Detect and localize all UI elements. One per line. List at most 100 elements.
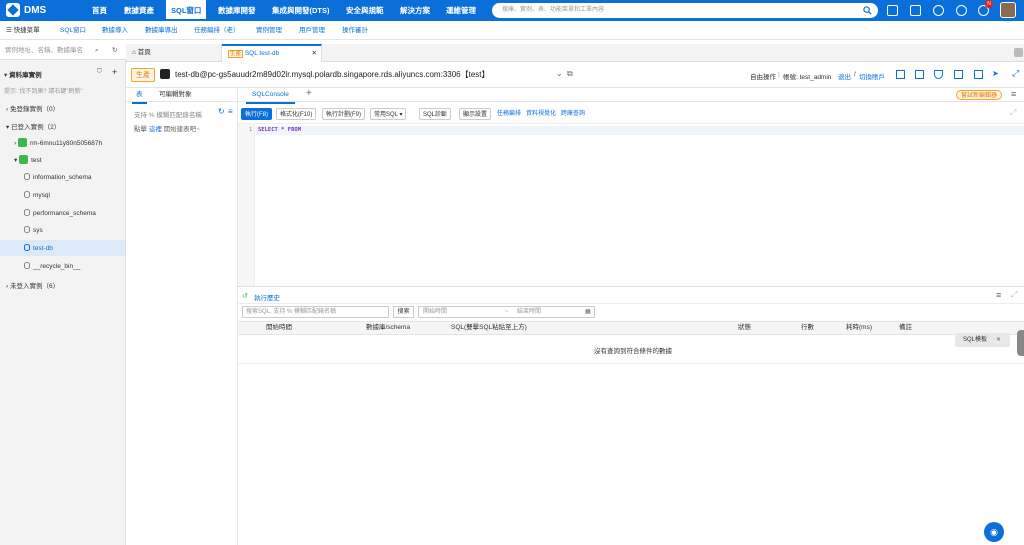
quick-link-user-management[interactable]: 用戶管理 [299, 21, 325, 40]
nav-sql-window[interactable]: SQL窗口 [166, 0, 207, 21]
logout-link[interactable]: 退出 [838, 71, 851, 81]
tab-editable-objects[interactable]: 可編輯對象 [159, 88, 192, 102]
nav-db-development[interactable]: 數據庫開發 [218, 0, 256, 21]
close-icon[interactable]: ✕ [312, 46, 317, 62]
history-search-button[interactable]: 搜索 [393, 306, 414, 318]
nav-data-assets[interactable]: 數據資產 [124, 0, 154, 21]
db-test-db[interactable]: test-db [24, 244, 53, 252]
group-logged[interactable]: ▾ 已登入實例（2） [6, 121, 60, 131]
date-range-picker[interactable]: 開始時間 ~ 結束時間 ▦ [418, 306, 595, 318]
filter-icon[interactable]: ⛉ [97, 68, 102, 76]
db-label: mysql [33, 192, 50, 199]
sql-diagnosis-button[interactable]: SQL診斷 [419, 108, 452, 120]
globe-icon[interactable] [956, 5, 967, 16]
quick-link-audit[interactable]: 操作審計 [342, 21, 368, 40]
col-start-time: 開始時間 [266, 324, 292, 331]
sql-editor[interactable]: 1 SELECT * FROM [238, 123, 1024, 286]
format-button[interactable]: 格式化(F10) [276, 108, 317, 120]
tab-menu-icon[interactable] [1014, 48, 1023, 57]
data-visualization-link[interactable]: 資料視覺化 [526, 108, 556, 120]
table-search-input[interactable]: 支持 % 模糊匹配錶名稱 [134, 109, 202, 119]
group-unlogged[interactable]: › 未登入實例（6） [6, 280, 59, 290]
instance-test[interactable]: ▾ test [14, 155, 42, 164]
hint-text: 點擊 [134, 126, 147, 133]
tab-tables[interactable]: 表 [132, 88, 147, 104]
task-orchestration-link[interactable]: 任務編排 [497, 108, 521, 120]
nav-operations[interactable]: 運維管理 [446, 0, 476, 21]
global-search-input[interactable]: 搜庫、實例、表、功能菜單和工單內容 [492, 3, 878, 18]
quick-menu-button[interactable]: ☰ 快捷菜單 [6, 21, 40, 40]
instance-icon [19, 155, 29, 164]
quick-link-db-export[interactable]: 數據庫導出 [145, 21, 178, 40]
chevron-down-icon[interactable]: ⌄ [556, 69, 563, 78]
db-label: sys [33, 227, 43, 234]
quick-link-data-import[interactable]: 數據導入 [102, 21, 128, 40]
group-unlogged-free[interactable]: › 免登錄實例（0） [6, 103, 59, 113]
avatar[interactable] [1000, 2, 1016, 18]
calendar-icon[interactable]: ▦ [585, 307, 591, 317]
add-console-icon[interactable]: + [306, 87, 312, 101]
fullscreen-icon[interactable]: ⤢ [1012, 68, 1019, 79]
col-sql: SQL(雙擊SQL粘貼至上方) [451, 324, 527, 331]
send-icon[interactable]: ➤ [992, 69, 999, 78]
explain-button[interactable]: 執行計劃(F9) [322, 108, 365, 120]
create-table-link[interactable]: 這裡 [149, 126, 162, 133]
list-icon[interactable]: ≡ [228, 107, 233, 116]
common-sql-dropdown[interactable]: 常用SQL ▾ [370, 108, 407, 120]
quick-link-sql-window[interactable]: SQL窗口 [60, 21, 86, 40]
refresh-icon[interactable]: ↻ [112, 41, 117, 60]
instance-search-input[interactable]: 實例地址、名稱、數據庫名 ⌕ ↻ [0, 41, 126, 60]
nav-home[interactable]: 首頁 [92, 0, 107, 21]
grid-icon[interactable] [915, 70, 924, 79]
try-new-editor-button[interactable]: 嘗試新編輯器 [956, 90, 1003, 100]
menu-icon[interactable]: ≡ [1011, 89, 1016, 99]
tab-sql-console[interactable]: SQLConsole [246, 88, 295, 104]
quick-link-task-orchestration[interactable]: 任務編排（老） [194, 21, 240, 40]
tab-sql-test-db[interactable]: 生產 SQL test-db ✕ [222, 44, 322, 62]
shield-icon[interactable] [934, 70, 943, 79]
db-sys[interactable]: sys [24, 226, 43, 234]
instance-rm[interactable]: › rm-6mnu11y80n505687h [14, 138, 102, 147]
search-icon[interactable]: ⌕ [95, 41, 99, 60]
chat-assistant-icon[interactable]: ◉ [984, 522, 1004, 542]
history-title[interactable]: 執行歷史 [254, 292, 280, 302]
execute-button[interactable]: 執行(F8) [241, 108, 272, 120]
ticket-icon[interactable] [887, 5, 898, 16]
close-icon[interactable]: ✕ [996, 333, 1001, 347]
col-status: 狀態 [738, 324, 751, 331]
history-header: ↺ 執行歷史 ≡ ⤢ [238, 286, 1024, 304]
document-icon[interactable] [910, 5, 921, 16]
db-information-schema[interactable]: information_schema [24, 173, 92, 181]
db-performance-schema[interactable]: performance_schema [24, 209, 96, 217]
sql-template-button[interactable]: SQL模板 ✕ [955, 333, 1010, 347]
db-mysql[interactable]: mysql [24, 191, 50, 199]
active-line-highlight [256, 126, 1024, 135]
side-drawer-handle[interactable] [1017, 330, 1024, 356]
refresh-icon[interactable]: ↻ [218, 107, 225, 116]
help-icon[interactable] [933, 5, 944, 16]
search-icon[interactable] [863, 6, 872, 15]
history-search-input[interactable]: 搜索SQL, 支持 % 模糊匹配錶名稱 [242, 306, 389, 318]
display-settings-button[interactable]: 顯示設置 [459, 108, 492, 120]
instance-label: rm-6mnu11y80n505687h [29, 140, 103, 147]
section-title-text: 資料庫實例 [9, 72, 42, 79]
tab-home[interactable]: ⌂ 首頁 [126, 44, 222, 62]
expand-icon[interactable]: ⤢ [1011, 290, 1017, 300]
table-icon[interactable] [896, 70, 905, 79]
dms-logo[interactable]: DMS [6, 3, 46, 17]
switch-account-link[interactable]: 切換賬戶 [859, 71, 885, 81]
expand-icon[interactable]: ⤢ [1010, 108, 1016, 118]
quick-link-instance-management[interactable]: 實例管理 [256, 21, 282, 40]
edit-connection-icon[interactable] [160, 69, 170, 79]
add-instance-icon[interactable]: + [112, 67, 117, 77]
nav-security[interactable]: 安全與規範 [346, 0, 384, 21]
db-recycle-bin[interactable]: __recycle_bin__ [24, 262, 80, 270]
nav-solutions[interactable]: 解決方案 [400, 0, 430, 21]
edit-icon[interactable] [954, 70, 963, 79]
report-icon[interactable] [974, 70, 983, 79]
menu-icon[interactable]: ≡ [996, 290, 1001, 300]
account-label: 帳號: test_admin [783, 74, 832, 81]
copy-icon[interactable]: ⧉ [567, 69, 573, 79]
nav-dts[interactable]: 集成與開發(DTS) [272, 0, 330, 21]
cross-db-query-link[interactable]: 跨庫查詢 [561, 108, 585, 120]
